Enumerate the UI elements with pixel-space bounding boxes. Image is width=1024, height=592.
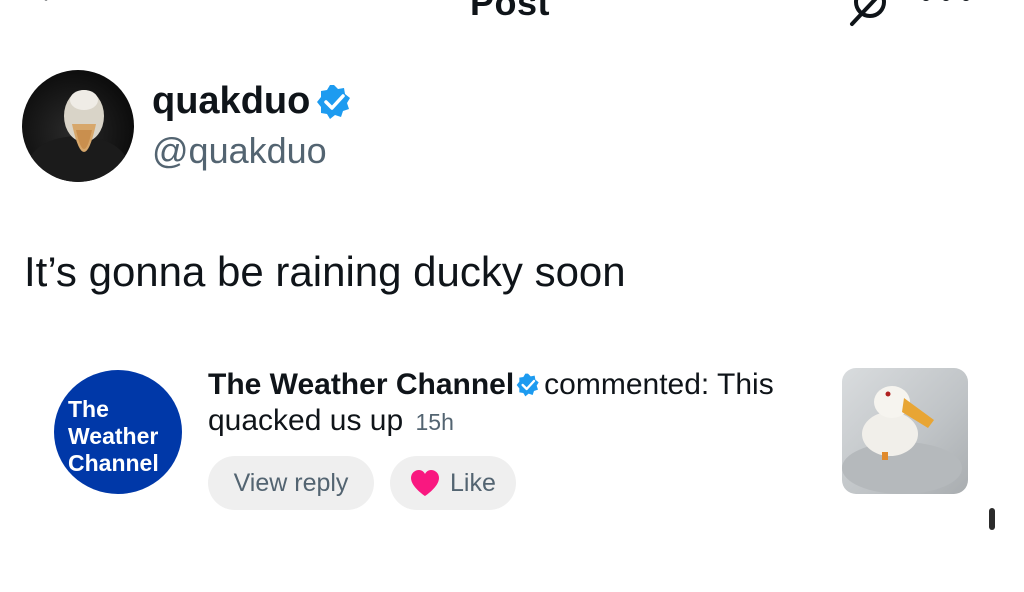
comment-text: quacked us up [208, 404, 404, 437]
post-text: It’s gonna be raining ducky soon [24, 248, 626, 295]
twc-logo-text-1: The [68, 396, 109, 422]
comment-author[interactable]: The Weather Channel [208, 368, 514, 401]
author-handle[interactable]: @quakduo [152, 130, 327, 172]
heart-icon [411, 470, 439, 496]
comment-thumbnail[interactable] [842, 368, 968, 494]
like-label: Like [450, 468, 496, 497]
twc-logo-text-2: Weather [68, 423, 159, 449]
commenter-avatar[interactable]: The Weather Channel [54, 370, 182, 494]
scrollbar-thumb[interactable] [989, 508, 995, 530]
more-icon[interactable] [918, 0, 974, 10]
author-display-name[interactable]: quakduo [152, 80, 310, 123]
duck-photo-icon [842, 386, 962, 494]
duck-avatar-icon [28, 90, 128, 182]
like-button[interactable]: Like [390, 456, 516, 510]
view-reply-label: View reply [233, 468, 349, 497]
comment-action: commented: This [544, 368, 774, 401]
comment-timestamp: 15h [415, 409, 454, 435]
twc-logo-text-3: Channel [68, 450, 159, 476]
back-arrow-icon[interactable] [26, 0, 80, 20]
page-title: Post [470, 0, 551, 23]
view-reply-button[interactable]: View reply [208, 456, 374, 510]
top-bar: Post [0, 0, 1024, 26]
comment-header: The Weather Channel commented: This [208, 368, 774, 402]
verified-badge-icon [516, 373, 539, 397]
verified-badge-icon [317, 85, 350, 119]
author-avatar[interactable] [22, 70, 134, 182]
comment-body: quacked us up 15h [208, 404, 454, 438]
grok-icon[interactable] [848, 0, 890, 28]
